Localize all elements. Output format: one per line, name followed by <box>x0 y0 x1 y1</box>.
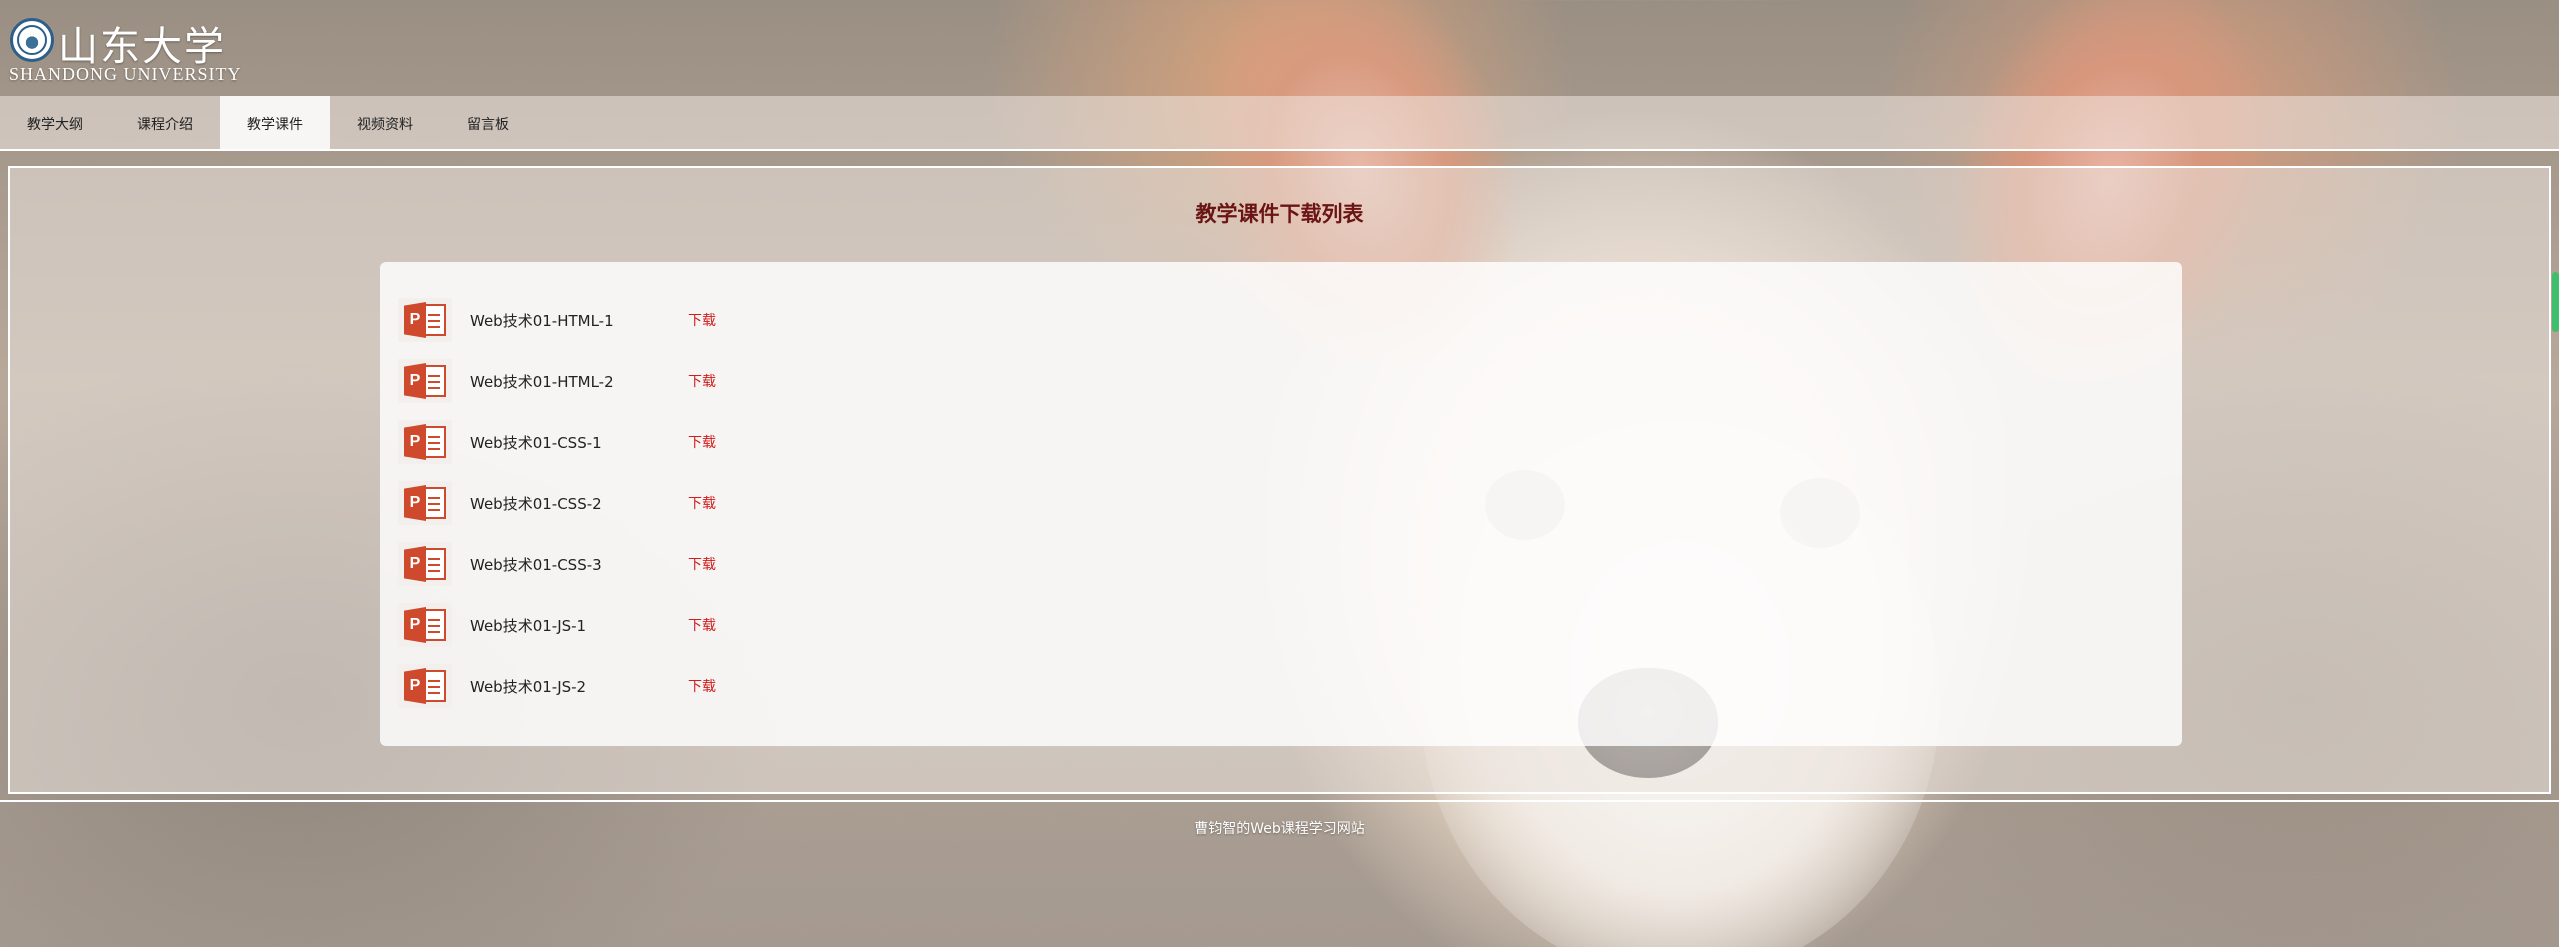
logo-english-name: SHANDONG UNIVERSITY <box>9 64 242 84</box>
footer-divider <box>0 800 2559 802</box>
list-item: P Web技术01-HTML-2 下载 <box>398 359 716 403</box>
site-header: 山东大学 SHANDONG UNIVERSITY <box>0 0 2559 96</box>
university-emblem-icon <box>10 18 54 62</box>
download-link[interactable]: 下载 <box>688 371 716 391</box>
footer-text: 曹钧智的Web课程学习网站 <box>1194 821 1365 837</box>
file-name: Web技术01-CSS-3 <box>470 555 602 574</box>
file-name: Web技术01-JS-1 <box>470 616 587 635</box>
file-name: Web技术01-HTML-1 <box>470 311 614 330</box>
main-nav: 教学大纲 课程介绍 教学课件 视频资料 留言板 <box>0 96 2559 151</box>
powerpoint-icon: P <box>398 542 452 586</box>
download-link[interactable]: 下载 <box>688 432 716 452</box>
nav-item-courseware[interactable]: 教学课件 <box>220 96 330 151</box>
list-item: P Web技术01-HTML-1 下载 <box>398 298 716 342</box>
list-item: P Web技术01-CSS-2 下载 <box>398 481 716 525</box>
powerpoint-icon: P <box>398 603 452 647</box>
download-link[interactable]: 下载 <box>688 554 716 574</box>
nav-item-message-board[interactable]: 留言板 <box>440 96 536 151</box>
list-item: P Web技术01-CSS-3 下载 <box>398 542 716 586</box>
scrollbar-thumb[interactable] <box>2552 272 2559 332</box>
file-name: Web技术01-JS-2 <box>470 677 587 696</box>
file-name: Web技术01-HTML-2 <box>470 372 614 391</box>
main-content: 教学课件下载列表 P Web技术01-HTML-1 下载 P Web技术01-H… <box>8 166 2551 794</box>
list-item: P Web技术01-JS-1 下载 <box>398 603 716 647</box>
download-link[interactable]: 下载 <box>688 493 716 513</box>
list-item: P Web技术01-JS-2 下载 <box>398 664 716 708</box>
nav-item-course-intro[interactable]: 课程介绍 <box>110 96 220 151</box>
list-item: P Web技术01-CSS-1 下载 <box>398 420 716 464</box>
download-link[interactable]: 下载 <box>688 310 716 330</box>
file-list-panel: P Web技术01-HTML-1 下载 P Web技术01-HTML-2 下载 … <box>380 262 2182 746</box>
page-title: 教学课件下载列表 <box>1195 202 1364 226</box>
nav-item-videos[interactable]: 视频资料 <box>330 96 440 151</box>
powerpoint-icon: P <box>398 481 452 525</box>
file-name: Web技术01-CSS-1 <box>470 433 602 452</box>
download-link[interactable]: 下载 <box>688 615 716 635</box>
powerpoint-icon: P <box>398 664 452 708</box>
powerpoint-icon: P <box>398 359 452 403</box>
download-link[interactable]: 下载 <box>688 676 716 696</box>
powerpoint-icon: P <box>398 420 452 464</box>
powerpoint-icon: P <box>398 298 452 342</box>
nav-item-syllabus[interactable]: 教学大纲 <box>0 96 110 151</box>
file-name: Web技术01-CSS-2 <box>470 494 602 513</box>
